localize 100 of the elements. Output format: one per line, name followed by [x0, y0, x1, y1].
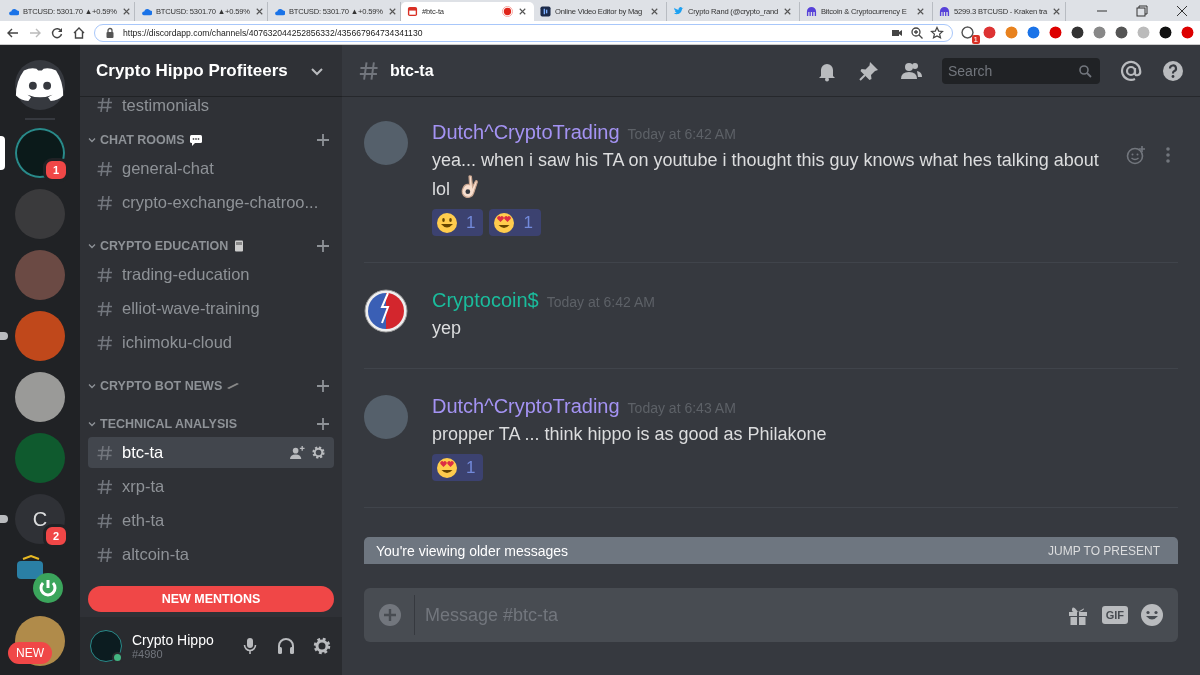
plus-icon[interactable] — [316, 417, 330, 431]
mention-icon[interactable] — [1120, 59, 1142, 82]
channel-name: btc-ta — [390, 61, 435, 80]
calendar-icon — [407, 6, 418, 17]
heart-eyes-icon — [493, 211, 516, 234]
channel-item[interactable]: general-chat — [88, 153, 334, 184]
emoji-icon[interactable] — [1140, 603, 1164, 627]
unread-indicator — [0, 515, 8, 523]
avatar — [364, 121, 408, 165]
unread-indicator — [0, 332, 8, 340]
kraken-icon — [806, 6, 817, 17]
mention-badge: 1 — [43, 158, 69, 182]
chevron-down-icon — [88, 420, 96, 428]
star-icon[interactable] — [930, 25, 944, 40]
search-icon — [1078, 63, 1092, 78]
hash-icon — [358, 59, 380, 82]
cloud-icon — [141, 6, 152, 17]
server-icon[interactable] — [15, 555, 65, 605]
message-text: yea... when i saw his TA on youtube i thought this guy knows what hes talking about lol — [432, 149, 1100, 202]
pin-icon[interactable] — [858, 59, 880, 82]
gif-button[interactable]: GIF — [1101, 606, 1128, 624]
category-header[interactable]: TECHNICAL ANALYSIS — [88, 415, 334, 433]
pen-icon — [226, 380, 241, 392]
chevron-down-icon — [88, 382, 96, 390]
zoom-icon[interactable] — [910, 25, 924, 40]
new-badge: NEW — [8, 642, 52, 664]
video-editor-icon — [540, 6, 551, 17]
message-text: yep — [432, 317, 463, 340]
home-button[interactable] — [15, 60, 65, 110]
channel-item[interactable]: elliot-wave-training — [88, 293, 334, 324]
category-header[interactable]: CRYPTO BOT NEWS — [88, 377, 334, 395]
server-header[interactable]: Crypto Hippo Profiteers — [80, 45, 342, 97]
discord-logo-icon — [15, 67, 65, 103]
close-icon[interactable] — [649, 6, 660, 17]
bird-icon — [673, 6, 684, 17]
older-messages-text: You're viewing older messages — [376, 542, 569, 559]
heart-eyes-icon — [436, 456, 458, 479]
add-person-icon[interactable] — [290, 445, 305, 460]
kraken-icon — [939, 6, 950, 17]
settings-icon[interactable] — [312, 636, 332, 656]
extension-icon[interactable] — [1159, 26, 1172, 39]
settings-icon[interactable] — [311, 445, 326, 460]
help-icon[interactable] — [1162, 59, 1184, 82]
hash-icon — [96, 265, 114, 284]
headphones-icon[interactable] — [276, 636, 296, 656]
channel-item[interactable]: trading-education — [88, 259, 334, 290]
channel-item[interactable]: xrp-ta — [88, 471, 334, 502]
hash-icon — [96, 97, 114, 114]
hash-icon — [96, 511, 114, 530]
reaction-button[interactable]: 1 — [489, 209, 541, 236]
author-name[interactable]: Cryptocoin$ — [432, 289, 539, 312]
channel-item[interactable]: testimonials — [88, 97, 334, 115]
category-header[interactable]: CHAT ROOMS — [88, 131, 334, 149]
cloud-icon — [274, 6, 285, 17]
hash-icon — [96, 299, 114, 318]
add-reaction-icon[interactable] — [1126, 145, 1146, 165]
status-dot — [112, 652, 123, 663]
plus-icon[interactable] — [316, 239, 330, 253]
author-name[interactable]: Dutch^CryptoTrading — [432, 395, 620, 418]
plus-icon[interactable] — [316, 379, 330, 393]
new-mentions-button[interactable]: NEW MENTIONS — [88, 586, 334, 612]
extension-badge[interactable]: 1 — [971, 35, 980, 44]
home-icon[interactable] — [72, 25, 86, 40]
search-field[interactable]: Search — [942, 57, 1100, 84]
hash-icon — [96, 159, 114, 178]
power-button-icon — [15, 555, 65, 605]
reaction-button[interactable]: 1 — [432, 209, 484, 236]
reload-icon[interactable] — [50, 25, 64, 40]
extension-icon[interactable] — [1115, 26, 1128, 39]
close-icon[interactable] — [915, 6, 926, 17]
extension-icon[interactable] — [1071, 26, 1084, 39]
author-name[interactable]: Dutch^CryptoTrading — [432, 121, 620, 144]
chevron-down-icon — [88, 242, 96, 250]
hash-icon — [96, 545, 114, 564]
reaction-button[interactable]: 1 — [432, 454, 484, 481]
speech-bubble-icon — [188, 134, 203, 146]
cloud-icon — [8, 6, 19, 17]
category-header[interactable]: CRYPTO EDUCATION — [88, 237, 334, 255]
jump-to-present-button[interactable]: JUMP TO PRESENT — [1041, 542, 1166, 559]
plus-icon[interactable] — [316, 133, 330, 147]
avatar — [364, 395, 408, 439]
hash-icon — [96, 333, 114, 352]
hash-icon — [96, 443, 114, 462]
channel-item[interactable]: ichimoku-cloud — [88, 327, 334, 358]
chevron-down-icon — [88, 136, 96, 144]
hash-icon — [96, 477, 114, 496]
username: Crypto Hippo — [132, 632, 215, 648]
server-name: Crypto Hippo Profiteers — [96, 60, 288, 81]
channel-item[interactable]: altcoin-ta — [88, 539, 334, 570]
channel-item[interactable]: eth-ta — [88, 505, 334, 536]
server-icon[interactable] — [15, 372, 65, 422]
extension-icon[interactable] — [961, 26, 974, 39]
channel-item[interactable]: btc-ta — [88, 437, 334, 468]
message-text: propper TA ... think hippo is as good as Philakone — [432, 423, 828, 446]
smiley-icon — [436, 211, 458, 234]
hash-icon — [96, 193, 114, 212]
selected-indicator — [0, 136, 5, 170]
channel-item[interactable]: crypto-exchange-chatroo... — [88, 187, 334, 218]
server-item[interactable]: NEW — [0, 616, 80, 666]
close-icon[interactable] — [517, 6, 528, 17]
